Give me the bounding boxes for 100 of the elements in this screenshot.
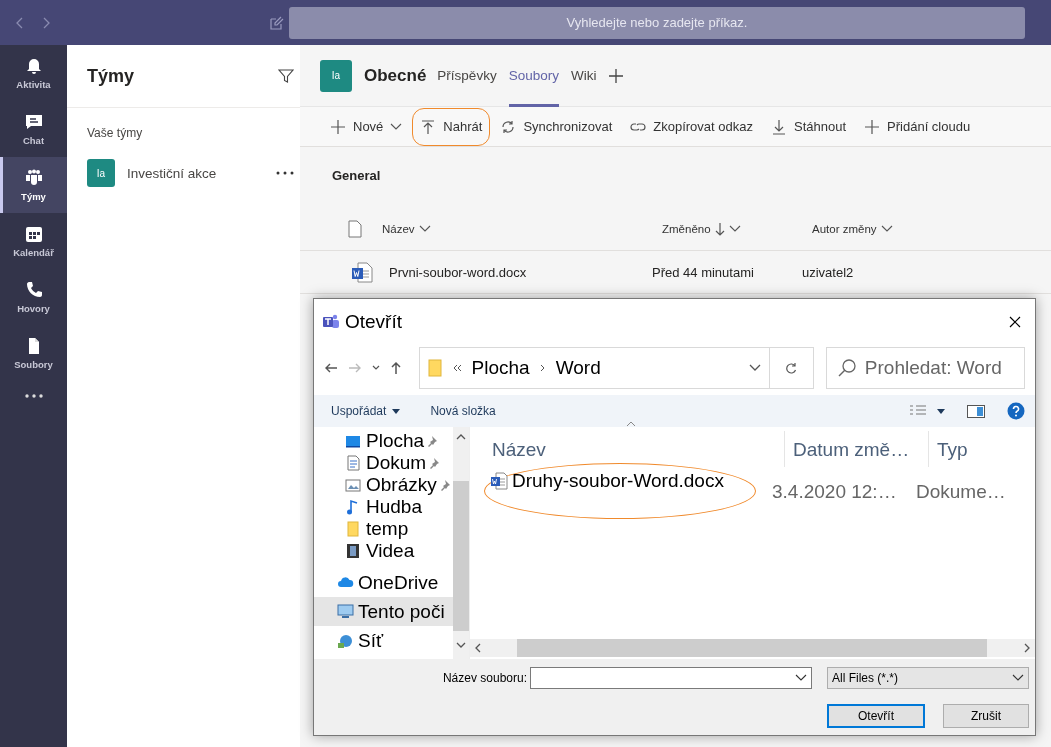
dialog-title: Otevřít — [345, 311, 403, 333]
scroll-right-icon — [1023, 643, 1031, 653]
teams-icon — [23, 168, 44, 188]
rail-item[interactable]: Hovory — [0, 269, 67, 325]
up-arrow-icon — [390, 361, 402, 375]
organize-menu[interactable]: Uspořádat — [331, 404, 401, 418]
dialog-button[interactable]: Zrušit — [943, 704, 1029, 728]
rail-item[interactable]: Chat — [0, 101, 67, 157]
search-field[interactable]: Prohledat: Word — [825, 347, 1025, 389]
scrollbar-thumb[interactable] — [516, 639, 987, 657]
help-button[interactable] — [1007, 402, 1025, 420]
file-name[interactable]: Prvni-soubor-word.docx — [389, 264, 652, 280]
rail-item[interactable]: Kalendář — [0, 213, 67, 269]
upload-icon — [420, 118, 437, 135]
compose-button[interactable] — [269, 14, 285, 31]
caret-icon — [937, 408, 945, 414]
help-icon — [1007, 402, 1025, 420]
column-header[interactable]: Autor změny — [812, 222, 962, 235]
channel-tab[interactable]: Příspěvky — [437, 44, 497, 107]
scroll-down-icon — [456, 641, 466, 649]
back-button[interactable] — [324, 362, 338, 374]
search-field[interactable]: Vyhledejte nebo zadejte příkaz. — [289, 6, 1025, 39]
filename-field[interactable] — [530, 667, 812, 689]
field-label: Název souboru: — [441, 671, 528, 685]
scroll-left-icon — [474, 643, 482, 653]
nav-item[interactable]: Obrázky — [366, 474, 437, 496]
nav-row[interactable]: OneDrive — [314, 568, 453, 597]
nav-item[interactable]: Tento poči — [358, 600, 445, 623]
chevron-right-icon — [539, 364, 546, 372]
sync-icon — [500, 118, 517, 135]
date-cell-text: 3.4.2020 12:… — [772, 480, 898, 503]
column-header[interactable]: Název — [382, 222, 662, 235]
toolbar-button[interactable]: Nové — [322, 107, 411, 146]
address-bar[interactable]: Plocha Word — [418, 347, 770, 389]
modified-cell-text: Před 44 minutami — [652, 264, 755, 280]
file-name[interactable]: Druhy-soubor-Word.docx — [512, 470, 724, 492]
chevron-down-icon — [795, 674, 807, 682]
view-button[interactable] — [909, 405, 945, 417]
recent-button[interactable] — [372, 365, 380, 371]
breadcrumb[interactable]: Plocha — [471, 357, 530, 379]
team-name[interactable]: Investiční akce — [127, 165, 264, 181]
nav-item[interactable]: Plocha — [366, 430, 425, 452]
column-header[interactable]: Datum změ… — [785, 431, 929, 467]
up-button[interactable] — [390, 361, 402, 375]
refresh-button[interactable] — [769, 347, 814, 389]
nav-row[interactable]: Tento poči — [314, 597, 453, 626]
dialog-button[interactable]: Otevřít — [827, 704, 925, 728]
author-cell-text: uzivatel2 — [802, 264, 855, 280]
new-folder-button[interactable]: Nová složka — [430, 404, 496, 418]
chevron-down-icon — [728, 224, 741, 233]
column-header[interactable]: Název — [470, 431, 785, 467]
nav-item[interactable]: temp — [366, 518, 409, 540]
panel-title: Týmy — [87, 65, 135, 87]
plus-icon — [608, 67, 625, 84]
channel-name: Obecné — [364, 65, 427, 86]
rail-item[interactable]: Soubory — [0, 325, 67, 381]
sort-arrow-icon — [714, 221, 725, 236]
chevron-down-icon — [880, 224, 893, 233]
column-header[interactable]: Typ — [929, 431, 1035, 467]
folder-icon — [345, 521, 362, 537]
nav-row[interactable]: Síť — [314, 626, 453, 655]
column-header[interactable]: Změněno — [662, 221, 812, 236]
back-arrow-icon — [324, 362, 338, 374]
chevron-down-icon — [1012, 674, 1024, 682]
compose-icon — [269, 14, 285, 31]
folder-icon — [427, 359, 442, 377]
more-icon — [23, 393, 44, 399]
pin-icon — [429, 456, 441, 470]
nav-item[interactable]: Hudba — [366, 496, 422, 518]
breadcrumb[interactable]: Word — [555, 357, 739, 379]
team-avatar: Ia — [87, 159, 115, 187]
section-label: Vaše týmy — [86, 125, 144, 142]
type-cell-text: Dokume… — [916, 480, 1007, 503]
preview-pane-icon — [967, 404, 985, 418]
channel-tab[interactable]: Wiki — [570, 44, 597, 107]
filter-icon — [278, 68, 294, 84]
rail-item[interactable]: Týmy — [0, 157, 67, 213]
toolbar-button[interactable]: Nahrát — [412, 107, 491, 146]
scrollbar-thumb[interactable] — [453, 481, 469, 631]
rail-item[interactable]: Aktivita — [0, 45, 67, 101]
plus-icon — [330, 118, 346, 135]
teams-logo-icon — [322, 314, 340, 330]
toolbar-button[interactable]: Přidání cloudu — [856, 107, 979, 146]
file-type-dropdown[interactable]: All Files (*.*) — [827, 667, 1029, 689]
computer-icon — [337, 603, 355, 620]
add-tab-button[interactable] — [608, 67, 625, 84]
toolbar-button[interactable]: Synchronizovat — [492, 107, 621, 146]
channel-avatar: Ia — [320, 59, 352, 92]
caret-icon — [392, 408, 401, 414]
toolbar-button[interactable]: Stáhnout — [763, 107, 855, 146]
details-view-icon — [909, 405, 927, 417]
word-file-icon — [351, 261, 373, 283]
pin-icon — [427, 434, 439, 448]
nav-item[interactable]: Videa — [366, 540, 415, 562]
toolbar-button[interactable]: Zkopírovat odkaz — [622, 107, 761, 146]
nav-item[interactable]: OneDrive — [358, 571, 439, 594]
preview-pane-button[interactable] — [967, 404, 985, 418]
refresh-icon — [785, 362, 798, 374]
nav-item[interactable]: Síť — [358, 629, 384, 652]
nav-item[interactable]: Dokum — [366, 452, 427, 474]
